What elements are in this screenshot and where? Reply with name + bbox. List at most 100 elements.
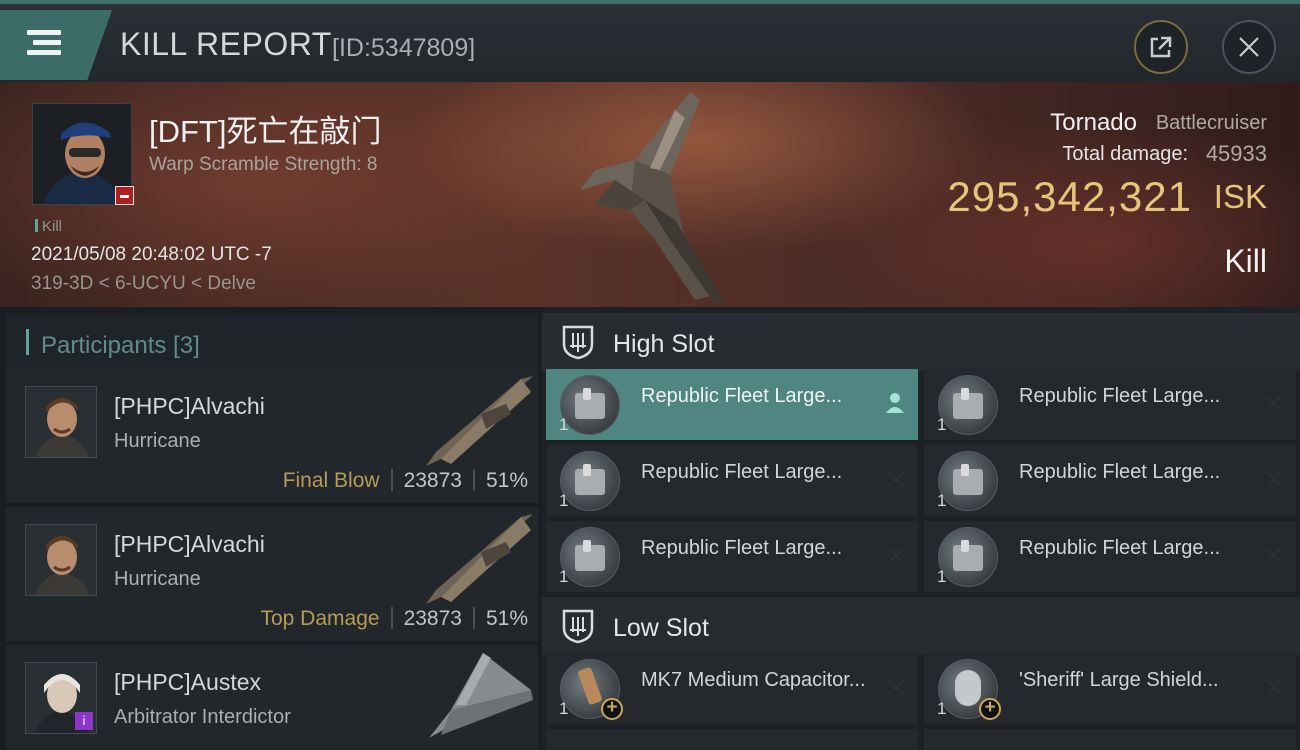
- kill-location[interactable]: 319-3D < 6-UCYU < Delve: [31, 273, 256, 295]
- module-name: 'Sheriff' Large Shield...: [1019, 669, 1219, 691]
- module-quantity: 1: [937, 699, 947, 718]
- title-bar: KILL REPORT [ID:5347809]: [0, 0, 1300, 82]
- total-damage-value: 45933: [1205, 141, 1267, 166]
- module-name: Republic Fleet Large...: [1019, 461, 1221, 483]
- victim-banner: [DFT]死亡在敲门 Warp Scramble Strength: 8 Kil…: [0, 82, 1300, 307]
- participant-name: [PHPC]Austex: [114, 669, 261, 695]
- participant-card[interactable]: [PHPC]Alvachi Hurricane Final Blow 23873…: [6, 369, 538, 503]
- destroyed-x-icon: [884, 467, 908, 491]
- module-item-partial[interactable]: [546, 729, 918, 750]
- module-item[interactable]: + 1 MK7 Medium Capacitor...: [546, 653, 918, 724]
- turret-icon: [938, 527, 998, 587]
- participant-ship-image: [426, 376, 533, 466]
- turret-icon: [560, 375, 620, 435]
- module-quantity: 1: [937, 567, 947, 586]
- header-accent: [26, 329, 29, 355]
- destroyed-x-icon: [1262, 467, 1286, 491]
- participant-ship: Arbitrator Interdictor: [114, 706, 291, 728]
- close-icon: [1239, 37, 1259, 57]
- destroyed-x-icon: [884, 543, 908, 567]
- participants-panel: Participants [3] [PHPC]Alvachi Hurricane…: [0, 307, 542, 750]
- close-button[interactable]: [1222, 20, 1276, 74]
- divider: [472, 607, 475, 629]
- warp-scramble-strength: Warp Scramble Strength: 8: [149, 154, 378, 175]
- destroyed-x-icon: [884, 675, 908, 699]
- module-quantity: 1: [559, 699, 569, 718]
- share-button[interactable]: [1134, 20, 1188, 74]
- isk-unit: ISK: [1213, 178, 1267, 215]
- avatar: [26, 525, 96, 595]
- kill-report-id: [ID:5347809]: [332, 34, 476, 62]
- module-name: Republic Fleet Large...: [641, 385, 843, 407]
- turret-icon: [560, 451, 620, 511]
- module-quantity: 1: [559, 567, 569, 586]
- participant-stats: Final Blow 23873 51%: [283, 469, 528, 493]
- participant-ship: Hurricane: [114, 568, 201, 590]
- participant-role: Top Damage: [260, 607, 380, 630]
- module-item[interactable]: + 1 'Sheriff' Large Shield...: [924, 653, 1296, 724]
- module-item[interactable]: 1 Republic Fleet Large...: [924, 445, 1296, 516]
- menu-button[interactable]: [0, 10, 112, 80]
- victim-ship-image: [580, 92, 725, 304]
- module-quantity: 1: [559, 491, 569, 510]
- destroyed-x-icon: [1262, 675, 1286, 699]
- module-quantity: 1: [937, 491, 947, 510]
- high-slot-icon: [562, 325, 594, 360]
- share-icon: [1150, 36, 1172, 58]
- menu-icon-bar: [33, 40, 61, 45]
- menu-icon: [27, 30, 61, 35]
- turret-icon: [938, 451, 998, 511]
- avatar: [26, 387, 96, 457]
- total-damage-label: Total damage:: [1062, 143, 1188, 165]
- kill-result: Kill: [1224, 243, 1267, 279]
- module-name: Republic Fleet Large...: [1019, 385, 1221, 407]
- module-quantity: 1: [559, 415, 569, 434]
- turret-icon: [560, 527, 620, 587]
- victim-name[interactable]: [DFT]死亡在敲门: [149, 106, 381, 151]
- participant-damage: 23873: [403, 607, 462, 630]
- module-name: Republic Fleet Large...: [641, 537, 843, 559]
- low-slot-header: Low Slot: [542, 597, 1300, 655]
- participant-card[interactable]: i [PHPC]Austex Arbitrator Interdictor: [6, 645, 538, 750]
- participant-ship-image: [426, 514, 533, 604]
- participant-percent: 51%: [485, 607, 528, 630]
- module-quantity: 1: [937, 415, 947, 434]
- participants-label: Participants [3]: [41, 332, 200, 359]
- module-item[interactable]: 1 Republic Fleet Large...: [546, 445, 918, 516]
- info-badge: i: [75, 712, 93, 730]
- plus-icon: +: [601, 698, 623, 720]
- participant-role: Final Blow: [282, 469, 380, 492]
- fitting-panel: High Slot 1 Republic Fleet Large... 1 Re…: [542, 307, 1300, 750]
- menu-icon-bar: [27, 50, 61, 55]
- shield-extender-icon: +: [938, 659, 1001, 720]
- participant-portrait: [25, 524, 97, 596]
- low-slot-icon: [562, 609, 594, 644]
- participant-name: [PHPC]Alvachi: [114, 393, 265, 419]
- low-slot-label: Low Slot: [613, 614, 709, 642]
- participant-ship: Hurricane: [114, 430, 201, 452]
- person-icon[interactable]: [884, 391, 906, 415]
- module-item[interactable]: 1 Republic Fleet Large...: [924, 369, 1296, 440]
- participant-card[interactable]: [PHPC]Alvachi Hurricane Top Damage 23873…: [6, 507, 538, 641]
- participant-ship-image: [429, 653, 533, 738]
- high-slot-header: High Slot: [542, 313, 1300, 371]
- destroyed-x-icon: [1262, 391, 1286, 415]
- divider: [390, 607, 393, 629]
- participant-name: [PHPC]Alvachi: [114, 531, 265, 557]
- module-name: Republic Fleet Large...: [1019, 537, 1221, 559]
- module-item[interactable]: 1 Republic Fleet Large...: [546, 369, 918, 440]
- divider: [390, 469, 393, 491]
- participant-portrait: [25, 386, 97, 458]
- page-title: KILL REPORT: [120, 26, 332, 62]
- module-item-partial[interactable]: [924, 729, 1296, 750]
- kill-datetime: 2021/05/08 20:48:02 UTC -7: [31, 244, 272, 265]
- destroyed-x-icon: [1262, 543, 1286, 567]
- participants-header[interactable]: Participants [3]: [6, 313, 538, 369]
- participant-stats: Top Damage 23873 51%: [260, 607, 528, 631]
- victim-ship-name[interactable]: Tornado: [1050, 109, 1137, 137]
- plus-icon: +: [979, 698, 1001, 720]
- module-item[interactable]: 1 Republic Fleet Large...: [924, 521, 1296, 592]
- victim-ship-class: Battlecruiser: [1155, 112, 1267, 134]
- module-item[interactable]: 1 Republic Fleet Large...: [546, 521, 918, 592]
- participant-damage: 23873: [403, 469, 462, 492]
